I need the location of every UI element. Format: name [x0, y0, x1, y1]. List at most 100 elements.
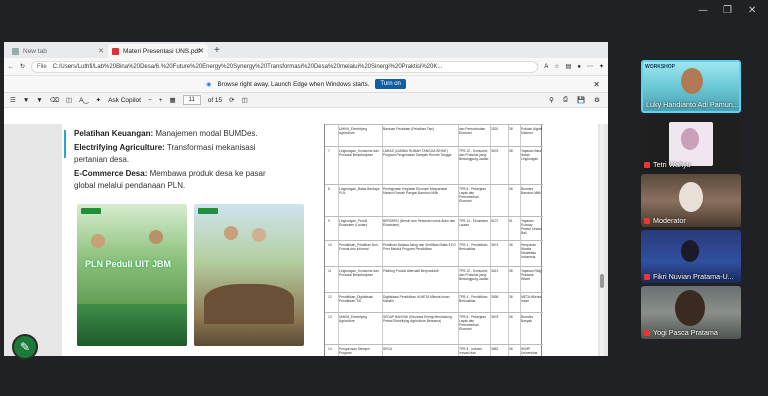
- search-icon[interactable]: ⚲: [549, 96, 554, 104]
- table-row: 12 Pendidikan_Digitalisasi Pendidikan TIK…: [325, 292, 543, 312]
- participant-tile[interactable]: Tetri Wahyu: [641, 118, 741, 171]
- planting-soil: [204, 284, 294, 324]
- close-tab-icon[interactable]: ✕: [198, 47, 204, 55]
- slide-line: Pelatihan Keuangan: Manajemen modal BUMD…: [74, 129, 258, 138]
- participant-name: Tetri Wahyu: [644, 160, 691, 169]
- settings-icon[interactable]: ⚙: [594, 96, 600, 104]
- refresh-icon[interactable]: ↻: [20, 63, 25, 70]
- participant-tile[interactable]: Fikri Nuvian Pratama-U...: [641, 230, 741, 283]
- table-row: UMKM_Electrifying Agriculture Bantuan Per…: [325, 124, 543, 146]
- tab-new-tab[interactable]: New tab ✕: [8, 44, 108, 58]
- table-cell: Pendidikan_Digitalisasi Pendidikan TIK: [339, 295, 373, 303]
- table-cell: Yayasan Ecoway Pesisir Lestari Bali: [521, 219, 542, 235]
- pdf-scrollbar[interactable]: [600, 124, 604, 356]
- copilot-small-icon[interactable]: ✦: [96, 96, 101, 104]
- crowd-area: [77, 304, 187, 346]
- table-cell: 36: [509, 295, 513, 299]
- contents-icon[interactable]: ☰: [10, 96, 16, 104]
- participant-tile[interactable]: WORKSHOP Luky Handianto Adi Pamun...: [641, 60, 741, 113]
- table-cell: 3598: [491, 295, 499, 299]
- shared-browser-window: New tab ✕ Materi Presentasi UNS.pdf ✕ + …: [4, 42, 608, 356]
- accent-bar: [64, 130, 66, 158]
- draw-icon[interactable]: ▼: [36, 97, 42, 104]
- table-cell: Pendidikan_Pelatihan Non Formal dan Info…: [339, 243, 378, 251]
- pdf-icon: [112, 47, 119, 55]
- annotation-pen-button[interactable]: ✎: [12, 334, 38, 360]
- url-text: C:/Users/Luthfi/Lab%20Bina%20Desa/6.%20F…: [52, 63, 443, 70]
- table-row: 11 Lingkungan_Konsumsi dan Produksi Berke…: [325, 266, 543, 292]
- table-cell: TPB 8 - Pekerjaan Layak dan Pertumbuhan …: [459, 315, 486, 331]
- collections-icon[interactable]: ▤: [566, 63, 572, 70]
- pdf-page: Pelatihan Keuangan: Manajemen modal BUMD…: [62, 124, 598, 356]
- page-view-icon[interactable]: ◫: [66, 96, 72, 104]
- table-cell: TPB 9 - Industri, Inovasi dan Infrastruk…: [459, 347, 483, 356]
- table-cell: 12: [328, 295, 332, 299]
- tab-pdf[interactable]: Materi Presentasi UNS.pdf ✕: [108, 44, 208, 58]
- table-cell: Himpunan Wanita Disabilitas Indonesia: [521, 243, 537, 259]
- tab-label: New tab: [23, 47, 47, 55]
- tab-strip: New tab ✕ Materi Presentasi UNS.pdf ✕ +: [4, 42, 608, 58]
- table-row: 9 Lingkungan_Pedoli Ekosistem (Lautan) BER…: [325, 216, 543, 240]
- erase-icon[interactable]: ⌫: [50, 96, 59, 104]
- read-aloud-icon[interactable]: A: [544, 64, 548, 70]
- program-table: UMKM_Electrifying Agriculture Bantuan Per…: [324, 124, 543, 356]
- favorite-star-icon[interactable]: ☆: [554, 63, 559, 70]
- table-cell: 36: [509, 243, 513, 247]
- table-cell: TPB 8 - Pekerjaan Layak dan Pertumbuhan …: [459, 187, 486, 203]
- table-cell: TPB 4 - Pendidikan Berkualitas: [459, 243, 488, 251]
- pln-logo: [81, 208, 101, 214]
- participant-tile[interactable]: Moderator: [641, 174, 741, 227]
- table-cell: 3678: [491, 315, 499, 319]
- table-cell: Bumdes Bamboo Milik: [521, 187, 541, 195]
- close-notice-icon[interactable]: ✕: [593, 80, 600, 89]
- page-number-input[interactable]: 11: [182, 95, 201, 105]
- pdf-viewport[interactable]: Pelatihan Keuangan: Manajemen modal BUMD…: [4, 124, 608, 356]
- participant-name: Fikri Nuvian Pratama-U...: [644, 272, 734, 281]
- zoom-in-icon[interactable]: +: [159, 97, 163, 104]
- close-tab-icon[interactable]: ✕: [98, 47, 104, 55]
- participant-name: Moderator: [644, 216, 686, 225]
- person-figure: [252, 228, 266, 242]
- minimize-icon[interactable]: —: [698, 5, 708, 16]
- participant-tile[interactable]: Yogi Pasca Pratama: [641, 286, 741, 339]
- table-row: 7 Lingkungan_Konsumsi dan Produksi Berkel…: [325, 146, 543, 184]
- turn-on-button[interactable]: Turn on: [375, 79, 406, 89]
- back-icon[interactable]: ←: [8, 64, 14, 70]
- address-bar[interactable]: File C:/Users/Luthfi/Lab%20Bina%20Desa/6…: [31, 60, 539, 73]
- highlight-icon[interactable]: ▼: [23, 97, 29, 104]
- table-row: 13 UMKM_Electrifying Agriculture SEDAP BAN…: [325, 312, 543, 344]
- pln-logo: [198, 208, 218, 214]
- table-cell: 38: [509, 347, 513, 351]
- notice-text: Browse right away. Launch Edge when Wind…: [217, 80, 370, 88]
- close-icon[interactable]: ✕: [748, 5, 756, 16]
- zoom-out-icon[interactable]: −: [148, 97, 152, 104]
- ask-copilot-button[interactable]: Ask Copilot: [108, 97, 141, 104]
- tab-label: Materi Presentasi UNS.pdf: [123, 47, 200, 55]
- table-cell: 3678: [491, 149, 499, 153]
- scroll-thumb[interactable]: [600, 274, 604, 288]
- table-cell: 9: [328, 219, 330, 223]
- table-cell: LARAS (LAMBAI RUMAH TANGGA SEHAT) Progra…: [383, 149, 452, 157]
- new-tab-plus-icon[interactable]: +: [214, 44, 220, 58]
- two-page-icon[interactable]: ◫: [242, 96, 248, 104]
- restore-icon[interactable]: ❐: [723, 5, 732, 16]
- muted-mic-icon: [644, 273, 650, 280]
- participant-face: [679, 182, 703, 212]
- participant-name: Yogi Pasca Pratama: [644, 328, 718, 337]
- read-aloud-pdf-icon[interactable]: A‿: [79, 96, 89, 104]
- print-icon[interactable]: ⎙: [563, 96, 568, 104]
- table-cell: 38: [509, 315, 513, 319]
- copilot-icon[interactable]: ✦: [599, 63, 604, 70]
- table-row: 10 Pendidikan_Pelatihan Non Formal dan In…: [325, 240, 543, 266]
- table-cell: Bantuan Peralatan (Pelatihan Tani): [383, 127, 435, 131]
- rotate-icon[interactable]: ⟳: [229, 96, 234, 104]
- table-row: 8 Lingkungan_Batas Berdaya PLN Peningkatan…: [325, 184, 543, 216]
- participant-face: [681, 128, 699, 150]
- more-icon[interactable]: ⋯: [587, 63, 593, 70]
- save-icon[interactable]: 💾: [577, 96, 585, 104]
- profile-icon[interactable]: ●: [577, 64, 581, 70]
- activity-photo-1: PLN Peduli UIT JBM: [77, 204, 187, 346]
- workshop-badge: WORKSHOP: [645, 64, 675, 70]
- table-cell: 38: [509, 127, 513, 131]
- fit-page-icon[interactable]: ▦: [170, 96, 176, 104]
